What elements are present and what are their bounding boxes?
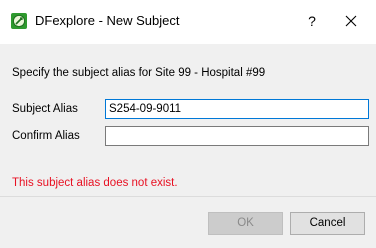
close-button[interactable] xyxy=(340,10,362,32)
prompt-text: Specify the subject alias for Site 99 - … xyxy=(12,67,266,79)
new-subject-dialog: DFexplore - New Subject ? Specify the su… xyxy=(0,0,376,248)
title-bar[interactable]: DFexplore - New Subject ? xyxy=(0,0,376,44)
help-button[interactable]: ? xyxy=(304,10,320,32)
button-bar: OK Cancel xyxy=(0,197,376,248)
confirm-alias-input[interactable] xyxy=(105,126,369,146)
subject-alias-label: Subject Alias xyxy=(12,103,78,115)
cancel-button[interactable]: Cancel xyxy=(290,212,365,235)
window-title: DFexplore - New Subject xyxy=(35,13,180,28)
ok-button[interactable]: OK xyxy=(208,212,283,235)
error-message: This subject alias does not exist. xyxy=(12,177,178,189)
subject-alias-input[interactable] xyxy=(105,99,369,119)
confirm-alias-label: Confirm Alias xyxy=(12,130,80,142)
close-icon xyxy=(345,15,357,27)
dfexplore-app-icon xyxy=(11,13,27,29)
dialog-content: Specify the subject alias for Site 99 - … xyxy=(0,44,376,196)
